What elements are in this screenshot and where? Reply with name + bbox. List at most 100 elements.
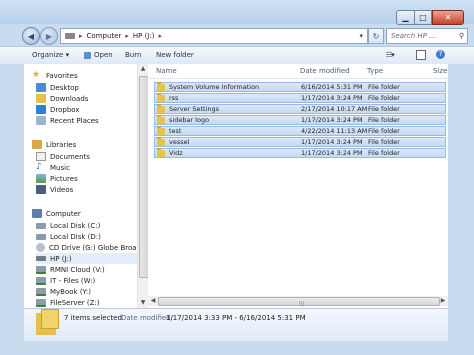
scroll-up-icon[interactable]: ▲	[138, 64, 148, 74]
nav-item-drive-d[interactable]: Local Disk (D:)	[36, 231, 101, 242]
nav-item-label: Local Disk (D:)	[50, 232, 101, 241]
maximize-button[interactable]: □	[415, 10, 432, 25]
explorer-window: ▁ □ ✕ ◀ ▶ ▸ Computer ▸ HP (J:) ▸ ▾ ↻ Sea…	[0, 0, 474, 355]
scroll-right-icon[interactable]: ▶	[438, 296, 448, 306]
nav-item-downloads[interactable]: Downloads	[36, 93, 88, 104]
nav-item-label: Pictures	[50, 174, 78, 183]
nav-item-label: MyBook (Y:)	[50, 287, 91, 296]
folder-icon	[157, 93, 165, 102]
nav-item-drive-j[interactable]: HP (J:)	[36, 253, 148, 264]
nav-item-label: Downloads	[50, 94, 89, 103]
file-name: rss	[169, 94, 179, 102]
open-button[interactable]: Open	[94, 51, 113, 59]
file-row[interactable]: Vidz 1/17/2014 3:24 PM File folder	[154, 148, 446, 158]
bottom-frame	[0, 340, 474, 355]
favorites-header[interactable]: ★ Favorites	[32, 70, 78, 81]
refresh-button[interactable]: ↻	[368, 28, 384, 44]
nav-item-label: Documents	[50, 152, 90, 161]
nav-item-recent-places[interactable]: Recent Places	[36, 115, 99, 126]
scroll-down-icon[interactable]: ▼	[138, 298, 148, 308]
folder-stack-icon	[36, 309, 59, 335]
nav-item-label: RMNI Cloud (V:)	[50, 265, 105, 274]
address-dropdown-icon[interactable]: ▾	[359, 32, 363, 40]
close-button[interactable]: ✕	[432, 10, 464, 25]
nav-scrollbar[interactable]: ▲ ▼	[137, 64, 149, 308]
nav-item-drive-c[interactable]: Local Disk (C:)	[36, 220, 100, 231]
grip-icon: |||	[299, 301, 305, 307]
nav-item-drive-g[interactable]: CD Drive (G:) Globe Broadban	[36, 242, 149, 253]
file-date: 1/17/2014 3:24 PM	[301, 116, 363, 124]
file-row[interactable]: rss 1/17/2014 3:24 PM File folder	[154, 93, 446, 103]
minimize-button[interactable]: ▁	[396, 10, 415, 25]
scroll-left-icon[interactable]: ◀	[148, 296, 158, 306]
file-type: File folder	[368, 105, 400, 113]
recent-places-icon	[36, 116, 46, 125]
new-folder-button[interactable]: New folder	[156, 51, 194, 59]
nav-item-documents[interactable]: Documents	[36, 151, 90, 162]
nav-item-drive-z[interactable]: FileServer (Z:)	[36, 297, 100, 308]
file-name: test	[169, 127, 182, 135]
breadcrumb-computer[interactable]: Computer	[87, 32, 122, 40]
nav-item-drive-y[interactable]: MyBook (Y:)	[36, 286, 91, 297]
nav-item-videos[interactable]: Videos	[36, 184, 73, 195]
column-headers: Name Date modified Type Size	[148, 64, 448, 79]
forward-button[interactable]: ▶	[40, 27, 58, 45]
open-icon	[84, 52, 91, 59]
help-icon[interactable]: ?	[436, 50, 445, 59]
breadcrumb-separator: ▸	[158, 32, 162, 40]
organize-button[interactable]: Organize ▾	[32, 51, 69, 59]
file-row[interactable]: vessel 1/17/2014 3:24 PM File folder	[154, 137, 446, 147]
videos-icon	[36, 185, 46, 194]
column-name[interactable]: Name	[156, 67, 177, 75]
computer-header[interactable]: Computer	[32, 208, 81, 219]
search-input[interactable]: Search HP ... ⚲	[386, 28, 468, 44]
folder-icon	[157, 115, 165, 124]
title-bar: ▁ □ ✕	[0, 0, 474, 25]
network-drive-icon	[36, 287, 46, 296]
left-frame	[0, 64, 24, 355]
pictures-icon	[36, 174, 46, 183]
navigation-pane: ★ Favorites Desktop Downloads Dropbox Re…	[24, 64, 149, 308]
file-type: File folder	[368, 127, 400, 135]
music-icon: ♪	[36, 162, 42, 172]
libraries-header[interactable]: Libraries	[32, 139, 76, 150]
network-drive-icon	[36, 265, 46, 274]
address-bar[interactable]: ▸ Computer ▸ HP (J:) ▸ ▾	[60, 28, 368, 44]
column-size[interactable]: Size	[433, 67, 447, 75]
file-date: 1/17/2014 3:24 PM	[301, 149, 363, 157]
computer-icon	[32, 209, 42, 218]
breadcrumb-hp-drive[interactable]: HP (J:)	[133, 32, 155, 40]
libraries-icon	[32, 140, 42, 149]
nav-item-music[interactable]: ♪ Music	[36, 162, 70, 173]
preview-pane-icon[interactable]	[416, 50, 426, 60]
file-type: File folder	[368, 83, 400, 91]
folder-icon	[157, 104, 165, 113]
nav-item-label: CD Drive (G:) Globe Broadban	[49, 243, 149, 252]
horizontal-scrollbar[interactable]: ◀ ||| ▶	[148, 296, 448, 307]
nav-item-label: Recent Places	[50, 116, 99, 125]
change-view-icon[interactable]: ☷▾	[386, 51, 395, 59]
nav-item-drive-v[interactable]: RMNI Cloud (V:)	[36, 264, 105, 275]
drive-icon	[65, 33, 75, 39]
documents-icon	[36, 152, 46, 161]
file-list-pane: Name Date modified Type Size System Volu…	[148, 64, 448, 308]
caption-buttons: ▁ □ ✕	[396, 10, 464, 25]
scrollbar-thumb[interactable]: |||	[158, 297, 440, 307]
nav-item-label: HP (J:)	[50, 254, 72, 263]
column-date-modified[interactable]: Date modified	[300, 67, 350, 75]
file-row[interactable]: test 4/22/2014 11:13 AM File folder	[154, 126, 446, 136]
nav-item-pictures[interactable]: Pictures	[36, 173, 78, 184]
file-row[interactable]: Server Settings 2/17/2014 10:17 AM File …	[154, 104, 446, 114]
nav-item-drive-w[interactable]: IT - Files (W:)	[36, 275, 95, 286]
file-row[interactable]: System Volume Information 6/16/2014 5:31…	[154, 82, 446, 92]
back-button[interactable]: ◀	[22, 27, 40, 45]
file-date: 2/17/2014 10:17 AM	[301, 105, 368, 113]
nav-item-label: FileServer (Z:)	[50, 298, 100, 307]
nav-item-label: Music	[50, 163, 70, 172]
burn-button[interactable]: Burn	[125, 51, 141, 59]
column-type[interactable]: Type	[367, 67, 383, 75]
nav-item-desktop[interactable]: Desktop	[36, 82, 79, 93]
file-row[interactable]: sidebar logo 1/17/2014 3:24 PM File fold…	[154, 115, 446, 125]
network-drive-icon	[36, 298, 46, 307]
nav-item-dropbox[interactable]: Dropbox	[36, 104, 80, 115]
